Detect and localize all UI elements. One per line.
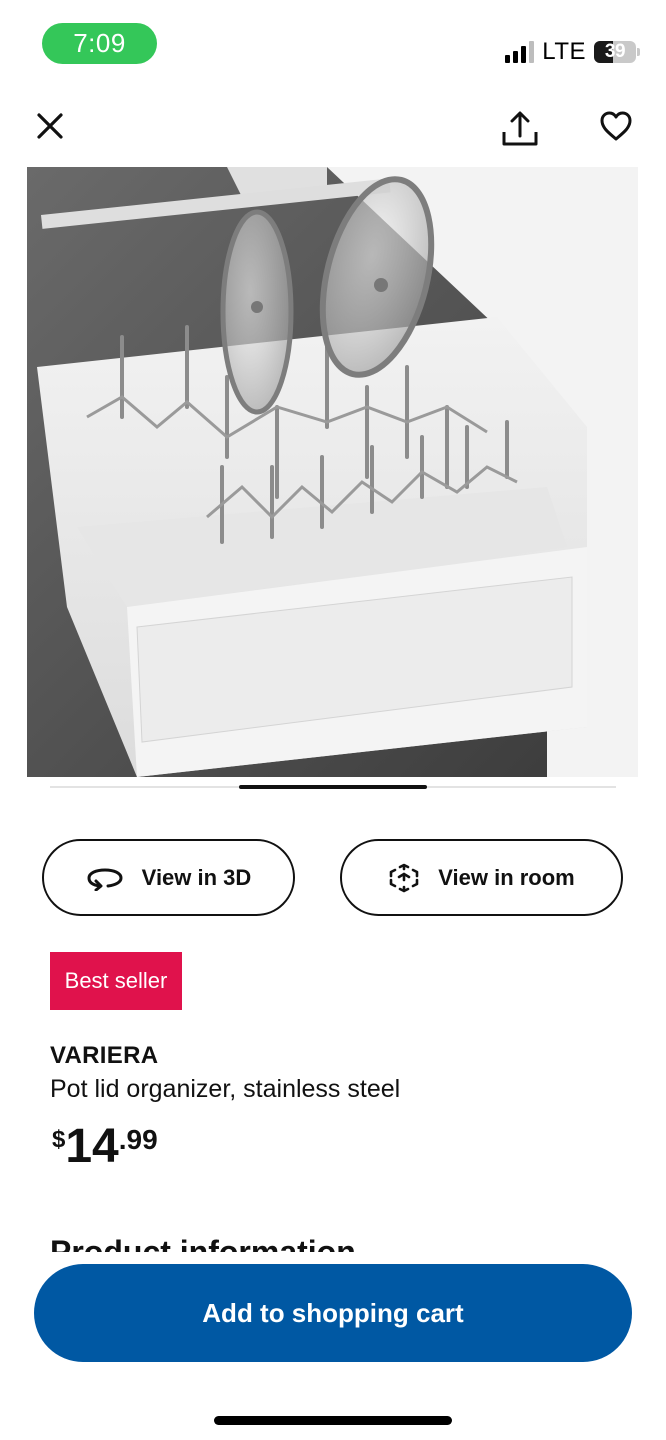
share-icon (502, 111, 538, 146)
signal-icon (505, 41, 535, 63)
network-type: LTE (542, 38, 586, 65)
share-button[interactable] (498, 106, 542, 150)
product-price: $ 14 .99 (52, 1120, 158, 1174)
home-indicator[interactable] (214, 1416, 452, 1425)
heart-icon (600, 111, 632, 141)
product-photo (27, 167, 638, 777)
product-description: Pot lid organizer, stainless steel (50, 1075, 401, 1103)
rotate-3d-icon (87, 867, 123, 891)
close-icon (37, 113, 63, 139)
price-decimal: .99 (118, 1124, 158, 1155)
price-currency: $ (52, 1126, 66, 1153)
best-seller-badge: Best seller (50, 952, 182, 1010)
ar-cube-icon (389, 863, 419, 892)
product-image[interactable] (27, 167, 638, 777)
price-integer: 14 (65, 1120, 119, 1173)
view-in-room-label: View in room (438, 864, 575, 890)
gallery-position-indicator[interactable] (239, 785, 427, 789)
status-time: 7:09 (42, 23, 157, 64)
view-in-3d-button[interactable]: View in 3D (42, 839, 295, 916)
view-in-3d-label: View in 3D (141, 864, 252, 890)
favorite-button[interactable] (596, 106, 636, 146)
add-to-cart-button[interactable]: Add to shopping cart (34, 1264, 632, 1362)
view-in-room-button[interactable]: View in room (340, 839, 623, 916)
close-button[interactable] (32, 108, 68, 144)
battery-level: 39 (604, 41, 626, 62)
product-name: VARIERA (50, 1042, 159, 1069)
status-indicators: LTE 39 (505, 36, 640, 68)
product-information-heading[interactable]: Product information (50, 1232, 610, 1252)
battery-icon: 39 (594, 41, 640, 63)
